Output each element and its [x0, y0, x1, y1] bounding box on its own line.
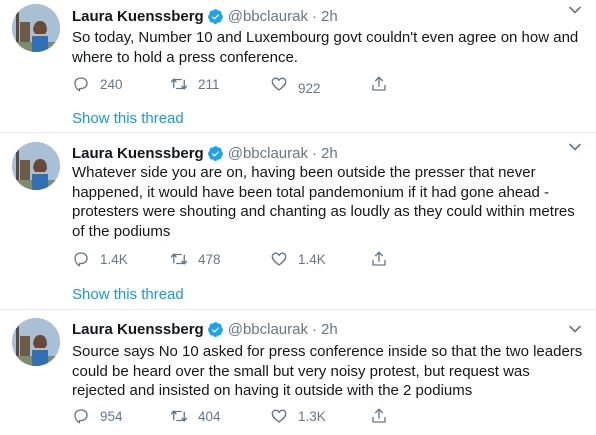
- author-handle[interactable]: @bbclaurak: [228, 321, 308, 338]
- reply-button[interactable]: 240: [72, 74, 123, 94]
- retweet-button[interactable]: 404: [170, 406, 221, 426]
- reply-count: 954: [100, 408, 123, 424]
- retweet-count: 211: [198, 76, 220, 92]
- verified-badge-icon: [207, 145, 223, 161]
- chevron-down-icon[interactable]: [568, 140, 582, 154]
- avatar[interactable]: [12, 318, 60, 366]
- retweet-icon: [170, 410, 188, 422]
- separator-dot: ·: [312, 7, 317, 25]
- share-button[interactable]: [370, 74, 388, 94]
- like-button[interactable]: 1.3K: [270, 406, 326, 426]
- author-handle[interactable]: @bbclaurak: [228, 8, 308, 25]
- tweet[interactable]: Laura Kuenssberg @bbclaurak · 2h Source …: [0, 310, 596, 435]
- author-handle[interactable]: @bbclaurak: [228, 145, 308, 162]
- show-thread-link[interactable]: Show this thread: [72, 286, 184, 303]
- verified-badge-icon: [207, 321, 223, 337]
- retweet-count: 478: [198, 251, 221, 267]
- reply-icon: [74, 77, 88, 92]
- like-button[interactable]: 1.4K: [270, 249, 326, 269]
- heart-icon: [271, 409, 287, 423]
- share-icon: [372, 251, 386, 266]
- verified-badge-icon: [207, 8, 223, 24]
- separator-dot: ·: [312, 144, 317, 162]
- share-icon: [372, 76, 386, 91]
- timestamp[interactable]: 2h: [321, 321, 338, 338]
- avatar[interactable]: [12, 142, 60, 190]
- heart-icon: [271, 252, 287, 266]
- reply-icon: [74, 252, 88, 267]
- timestamp[interactable]: 2h: [321, 145, 338, 162]
- tweet[interactable]: Laura Kuenssberg @bbclaurak · 2h Whateve…: [0, 133, 596, 308]
- like-count: 922: [298, 80, 321, 96]
- reply-button[interactable]: 1.4K: [72, 249, 128, 269]
- tweet-actions: 954 404 1.3K: [72, 406, 392, 426]
- reply-count: 1.4K: [100, 251, 128, 267]
- like-count: 1.3K: [298, 408, 326, 424]
- heart-icon: [271, 77, 287, 91]
- tweet[interactable]: Laura Kuenssberg @bbclaurak · 2h So toda…: [0, 0, 596, 130]
- chevron-down-icon[interactable]: [568, 3, 582, 17]
- retweet-button[interactable]: 478: [170, 249, 221, 269]
- retweet-icon: [170, 253, 188, 265]
- author-name[interactable]: Laura Kuenssberg: [72, 321, 204, 338]
- tweet-text: So today, Number 10 and Luxembourg govt …: [72, 29, 579, 66]
- avatar[interactable]: [12, 4, 60, 52]
- share-button[interactable]: [370, 406, 388, 426]
- tweet-text: Whatever side you are on, having been ou…: [72, 164, 575, 240]
- tweet-actions: 240 211 922: [72, 74, 392, 96]
- share-icon: [372, 408, 386, 423]
- show-thread-link[interactable]: Show this thread: [72, 110, 184, 127]
- like-button[interactable]: 922: [270, 74, 321, 96]
- retweet-icon: [170, 78, 188, 90]
- author-name[interactable]: Laura Kuenssberg: [72, 8, 204, 25]
- share-button[interactable]: [370, 249, 388, 269]
- tweet-actions: 1.4K 478 1.4K: [72, 249, 392, 269]
- reply-icon: [74, 409, 88, 424]
- reply-button[interactable]: 954: [72, 406, 123, 426]
- chevron-down-icon[interactable]: [568, 322, 582, 336]
- author-name[interactable]: Laura Kuenssberg: [72, 145, 204, 162]
- reply-count: 240: [100, 76, 123, 92]
- tweet-text: Source says No 10 asked for press confer…: [72, 343, 583, 399]
- separator-dot: ·: [312, 320, 317, 338]
- like-count: 1.4K: [298, 251, 326, 267]
- retweet-button[interactable]: 211: [170, 74, 220, 94]
- timestamp[interactable]: 2h: [321, 8, 338, 25]
- retweet-count: 404: [198, 408, 221, 424]
